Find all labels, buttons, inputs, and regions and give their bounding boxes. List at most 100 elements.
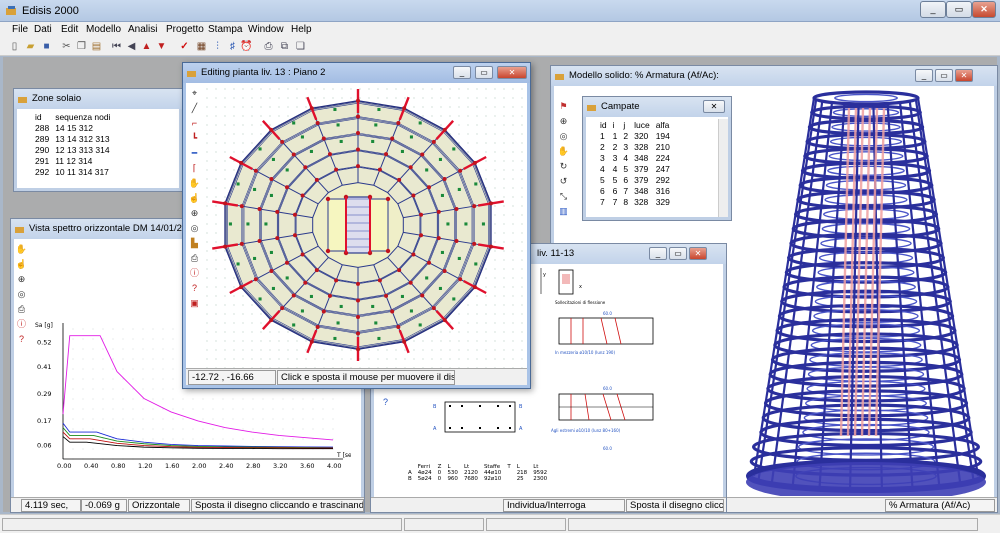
table-cell[interactable]: 4 xyxy=(597,163,610,174)
table-cell[interactable]: 328 xyxy=(631,196,653,207)
zoom-icon[interactable]: ⊕ xyxy=(188,207,201,220)
menu-analisi[interactable]: Analisi xyxy=(128,24,157,35)
table-cell[interactable]: 6 xyxy=(597,185,610,196)
up-level-icon[interactable]: ▲ xyxy=(140,40,153,53)
table-cell[interactable]: 7 xyxy=(610,196,621,207)
table-cell[interactable]: 379 xyxy=(631,163,653,174)
analysis-icon[interactable]: ⫶ xyxy=(211,40,224,53)
table-row[interactable]: 289 13 14 312 313 xyxy=(18,133,113,144)
render-icon[interactable]: ⚑ xyxy=(557,100,570,113)
armature-minimize-button[interactable]: _ xyxy=(649,247,667,260)
app-close-button[interactable]: ✕ xyxy=(972,1,996,18)
down-level-icon[interactable]: ▼ xyxy=(155,40,168,53)
table-cell[interactable]: 224 xyxy=(653,152,673,163)
campate-titlebar[interactable]: Campate ✕ xyxy=(583,97,731,117)
hand-move-icon[interactable]: ☝ xyxy=(188,192,201,205)
column-header-i[interactable]: i xyxy=(609,119,621,130)
menu-file[interactable]: File xyxy=(12,24,28,35)
armature-close-button[interactable]: ✕ xyxy=(689,247,707,260)
column-header-id[interactable]: id xyxy=(597,119,610,130)
results-icon[interactable]: ♯ xyxy=(226,40,239,53)
app-maximize-button[interactable]: ▭ xyxy=(946,1,972,18)
zone-solaio-titlebar[interactable]: Zone solaio xyxy=(14,89,182,109)
table-cell[interactable]: 329 xyxy=(653,196,673,207)
window-tile-icon[interactable]: ⧉ xyxy=(278,40,291,53)
zoom-extents-icon[interactable]: ◎ xyxy=(15,288,28,301)
rotate-icon[interactable]: ↻ xyxy=(557,160,570,173)
table-cell[interactable]: 2 xyxy=(620,130,631,141)
cell-id[interactable]: 292 xyxy=(32,166,52,177)
open-folder-icon[interactable]: ▰ xyxy=(24,40,37,53)
print-icon[interactable]: ⎙ xyxy=(262,40,275,53)
layer-icon[interactable]: ▙ xyxy=(188,237,201,250)
info-icon[interactable]: ⓘ xyxy=(188,267,201,280)
model-icon[interactable]: ▦ xyxy=(195,40,208,53)
menu-dati[interactable]: Dati xyxy=(34,24,52,35)
column-header-luce[interactable]: luce xyxy=(631,119,653,130)
table-cell[interactable]: 320 xyxy=(631,130,653,141)
table-cell[interactable]: 3 xyxy=(610,152,621,163)
table-cell[interactable]: 6 xyxy=(620,174,631,185)
table-cell[interactable]: 292 xyxy=(653,174,673,185)
info-icon[interactable]: ⓘ xyxy=(15,318,28,331)
cell-seq[interactable]: 10 11 314 317 xyxy=(52,166,113,177)
table-row[interactable]: 292 10 11 314 317 xyxy=(18,166,113,177)
menu-progetto[interactable]: Progetto xyxy=(166,24,204,35)
cell-id[interactable]: 289 xyxy=(32,133,52,144)
modello-minimize-button[interactable]: _ xyxy=(915,69,933,82)
table-cell[interactable]: 3 xyxy=(597,152,610,163)
table-cell[interactable]: 247 xyxy=(653,163,673,174)
table-cell[interactable]: 210 xyxy=(653,141,673,152)
table-cell[interactable]: 316 xyxy=(653,185,673,196)
editing-titlebar[interactable]: Editing pianta liv. 13 : Piano 2 _ ▭ ✕ xyxy=(183,63,530,83)
table-cell[interactable]: 6 xyxy=(610,185,621,196)
cell-seq[interactable]: 14 15 312 xyxy=(52,122,113,133)
cell-seq[interactable]: 11 12 314 xyxy=(52,155,113,166)
paste-icon[interactable]: ▤ xyxy=(90,40,103,53)
hand-pan-icon[interactable]: ✋ xyxy=(15,243,28,256)
table-cell[interactable]: 1 xyxy=(610,130,621,141)
table-cell[interactable]: 328 xyxy=(631,141,653,152)
zoom-icon[interactable]: ⊕ xyxy=(15,273,28,286)
campate-scrollbar[interactable] xyxy=(718,119,728,217)
menu-modello[interactable]: Modello xyxy=(86,24,121,35)
table-row[interactable]: 2 2 3 328 210 xyxy=(587,141,673,152)
cell-seq[interactable]: 12 13 313 314 xyxy=(52,144,113,155)
table-cell[interactable]: 2 xyxy=(597,141,610,152)
slab-icon[interactable]: ⌈ xyxy=(188,162,201,175)
cell-seq[interactable]: 13 14 312 313 xyxy=(52,133,113,144)
table-row[interactable]: 291 11 12 314 xyxy=(18,155,113,166)
modello-close-button[interactable]: ✕ xyxy=(955,69,973,82)
table-cell[interactable]: 194 xyxy=(653,130,673,141)
print-icon[interactable]: ⎙ xyxy=(188,252,201,265)
table-cell[interactable]: 348 xyxy=(631,185,653,196)
query-icon[interactable]: ? xyxy=(188,282,201,295)
table-cell[interactable]: 7 xyxy=(597,196,610,207)
zoom-extents-icon[interactable]: ◎ xyxy=(188,222,201,235)
armature-maximize-button[interactable]: ▭ xyxy=(669,247,687,260)
copy-icon[interactable]: ❐ xyxy=(75,40,88,53)
table-cell[interactable]: 348 xyxy=(631,152,653,163)
color-scale-icon[interactable]: ▥ xyxy=(557,205,570,218)
modello-titlebar[interactable]: Modello solido: % Armatura (Af/Ac): _ ▭ … xyxy=(551,66,997,86)
menu-edit[interactable]: Edit xyxy=(61,24,78,35)
query-icon[interactable]: ? xyxy=(379,396,392,409)
table-row[interactable]: 290 12 13 313 314 xyxy=(18,144,113,155)
print-icon[interactable]: ⎙ xyxy=(15,303,28,316)
hand-pan-icon[interactable]: ✋ xyxy=(188,177,201,190)
menu-stampa[interactable]: Stampa xyxy=(208,24,242,35)
column-header-seq[interactable]: sequenza nodi xyxy=(52,111,114,122)
editing-minimize-button[interactable]: _ xyxy=(453,66,471,79)
beam-icon[interactable]: ━ xyxy=(188,147,201,160)
table-row[interactable]: 5 5 6 379 292 xyxy=(587,174,673,185)
cell-id[interactable]: 290 xyxy=(32,144,52,155)
menu-help[interactable]: Help xyxy=(291,24,312,35)
table-cell[interactable]: 379 xyxy=(631,174,653,185)
draw-line-icon[interactable]: ╱ xyxy=(188,102,201,115)
editing-maximize-button[interactable]: ▭ xyxy=(475,66,493,79)
zoom-icon[interactable]: ⊕ xyxy=(557,115,570,128)
campate-close-button[interactable]: ✕ xyxy=(703,100,725,113)
table-cell[interactable]: 8 xyxy=(620,196,631,207)
table-cell[interactable]: 5 xyxy=(597,174,610,185)
frame-icon[interactable]: ⌐ xyxy=(188,117,201,130)
